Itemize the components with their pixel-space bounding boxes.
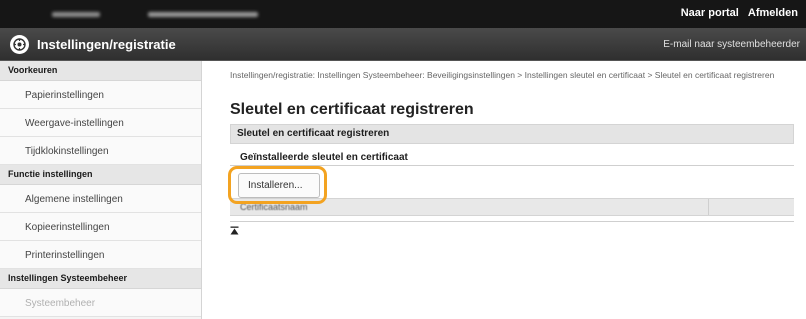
sidebar-item-algemene-instellingen[interactable]: Algemene instellingen bbox=[0, 185, 201, 213]
scroll-to-top-icon[interactable] bbox=[230, 226, 239, 238]
subsection-header: Geïnstalleerde sleutel en certificaat bbox=[240, 152, 408, 163]
email-admin-link[interactable]: E-mail naar systeembeheerder bbox=[663, 39, 800, 50]
breadcrumb: Instellingen/registratie: Instellingen S… bbox=[230, 70, 775, 80]
blurred-device-info bbox=[148, 12, 258, 17]
sidebar-section-voorkeuren: Voorkeuren bbox=[0, 61, 201, 81]
sidebar-section-functie-instellingen: Functie instellingen bbox=[0, 165, 201, 185]
app-title: Instellingen/registratie bbox=[37, 37, 176, 52]
section-header: Sleutel en certificaat registreren bbox=[230, 124, 794, 144]
sidebar-item-papierinstellingen[interactable]: Papierinstellingen bbox=[0, 81, 201, 109]
sidebar-item-systeembeheer[interactable]: Systeembeheer bbox=[0, 289, 201, 317]
sidebar-item-weergave-instellingen[interactable]: Weergave-instellingen bbox=[0, 109, 201, 137]
sidebar-item-tijdklokinstellingen[interactable]: Tijdklokinstellingen bbox=[0, 137, 201, 165]
portal-link[interactable]: Naar portal bbox=[681, 7, 739, 19]
blurred-device-name bbox=[52, 12, 100, 17]
top-bar: Naar portal Afmelden bbox=[0, 0, 806, 28]
top-links: Naar portal Afmelden bbox=[675, 7, 798, 19]
sidebar-item-printerinstellingen[interactable]: Printerinstellingen bbox=[0, 241, 201, 269]
highlight-callout bbox=[228, 166, 327, 204]
settings-logo-icon bbox=[10, 35, 29, 54]
sidebar: Voorkeuren Papierinstellingen Weergave-i… bbox=[0, 61, 202, 319]
title-bar: Instellingen/registratie E-mail naar sys… bbox=[0, 28, 806, 61]
logout-link[interactable]: Afmelden bbox=[748, 7, 798, 19]
sidebar-section-systeembeheer: Instellingen Systeembeheer bbox=[0, 269, 201, 289]
sidebar-item-kopieerinstellingen[interactable]: Kopieerinstellingen bbox=[0, 213, 201, 241]
column-divider bbox=[708, 199, 709, 215]
table-bottom-rule bbox=[230, 221, 794, 222]
main-content: Instellingen/registratie: Instellingen S… bbox=[216, 61, 794, 319]
page-title: Sleutel en certificaat registreren bbox=[230, 101, 474, 118]
